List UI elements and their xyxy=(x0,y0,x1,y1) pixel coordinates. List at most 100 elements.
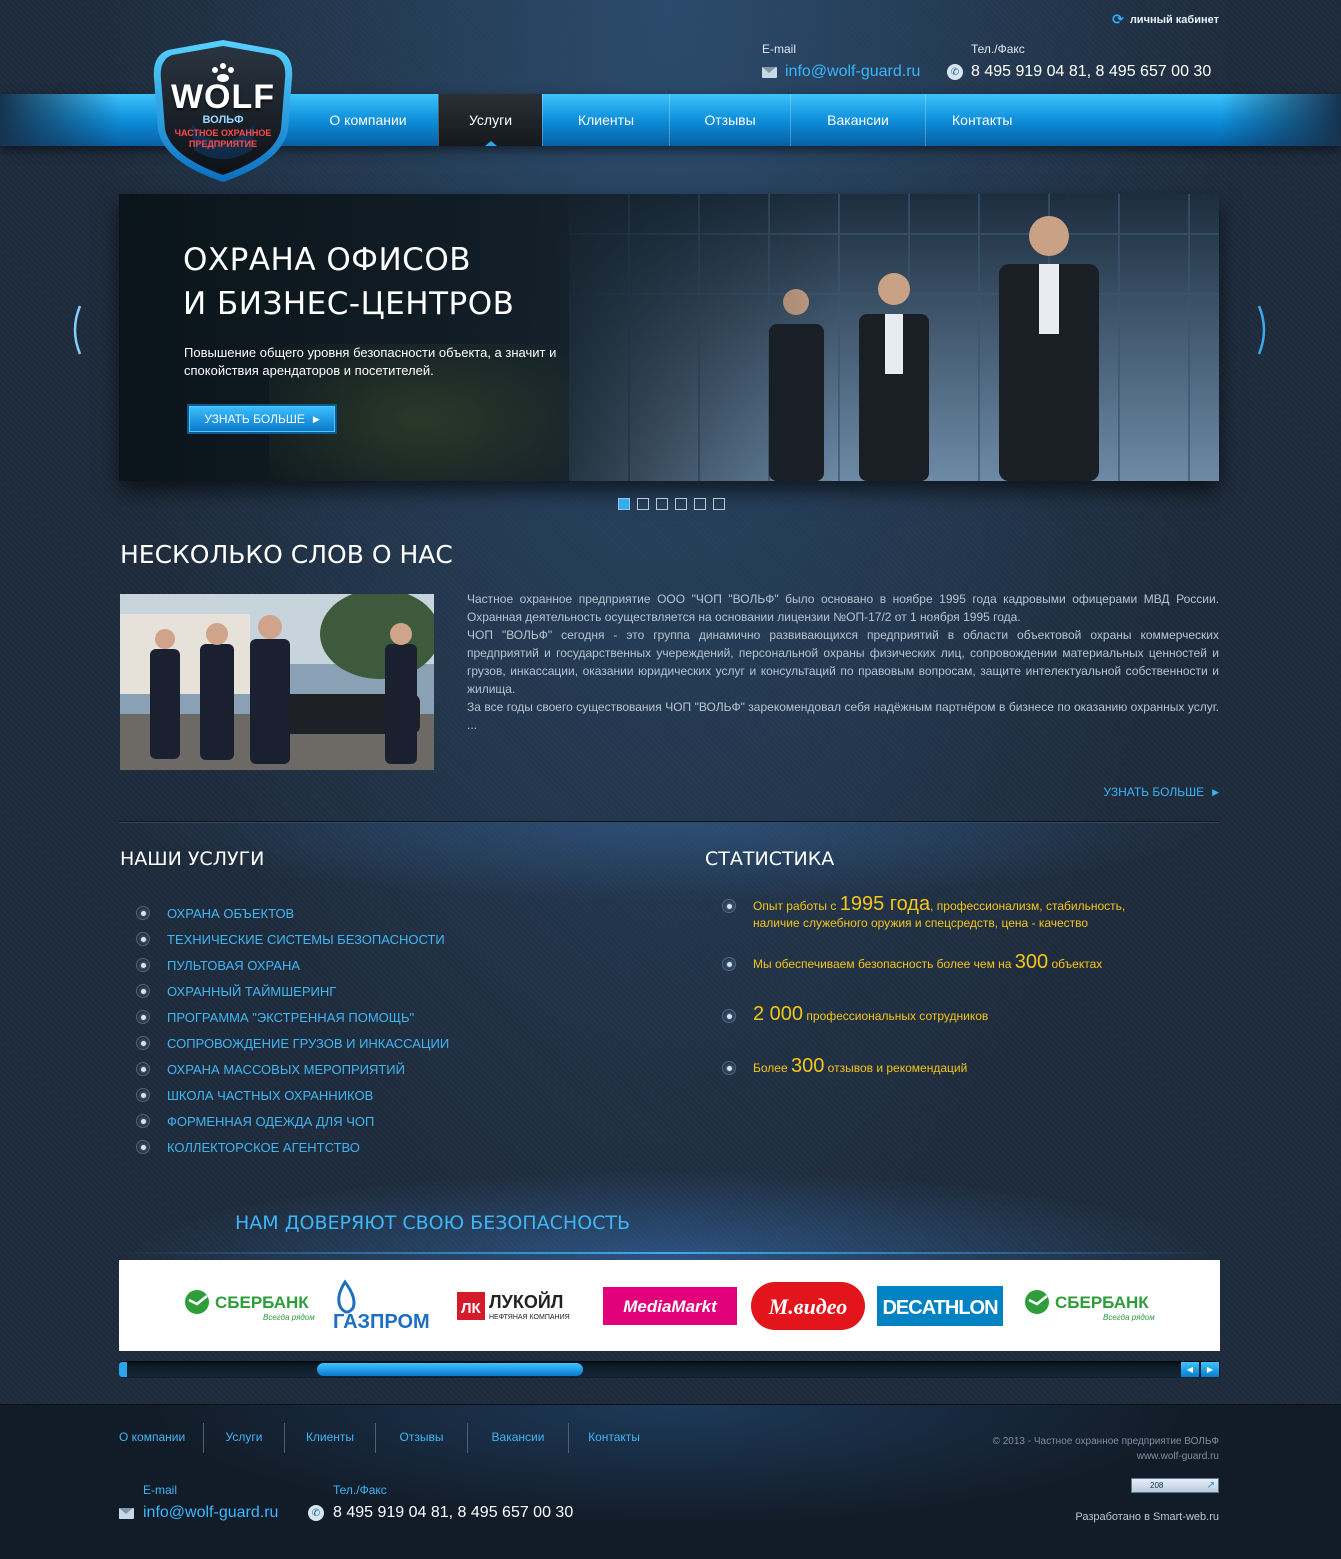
nav-item-clients[interactable]: Клиенты xyxy=(542,94,669,146)
footer-nav-label: Клиенты xyxy=(305,1430,355,1444)
logo[interactable]: WOLF ВОЛЬФ ЧАСТНОЕ ОХРАННОЕ ПРЕДПРИЯТИЕ xyxy=(152,38,294,184)
stat-text: Мы обеспечиваем безопасность более чем н… xyxy=(753,952,1102,973)
scroll-left-button[interactable]: ◀ xyxy=(1181,1362,1199,1377)
nav-item-reviews[interactable]: Отзывы xyxy=(669,94,790,146)
partners-line xyxy=(119,1252,1219,1254)
service-item[interactable]: ОХРАНА МАССОВЫХ МЕРОПРИЯТИЙ xyxy=(136,1056,449,1082)
nav-item-label: Услуги xyxy=(468,112,513,128)
partner-name: DECATHLON xyxy=(882,1297,998,1319)
header-email-label: E-mail xyxy=(762,42,797,56)
stat-text-part: наличие служебного оружия и спецсредств,… xyxy=(753,916,1089,930)
partner-logo-mvideo[interactable]: М.видео xyxy=(751,1260,865,1351)
partner-logo-gazprom[interactable]: ГАЗПРОМ xyxy=(331,1260,435,1351)
slider-dot[interactable] xyxy=(637,498,649,510)
service-item[interactable]: СОПРОВОЖДЕНИЕ ГРУЗОВ И ИНКАССАЦИИ xyxy=(136,1030,449,1056)
service-item[interactable]: ПУЛЬТОВАЯ ОХРАНА xyxy=(136,952,449,978)
footer-nav-label: О компании xyxy=(119,1430,186,1444)
about-more-label: УЗНАТЬ БОЛЬШЕ xyxy=(1103,785,1205,799)
chevron-left-icon xyxy=(73,305,82,355)
personal-cabinet-link[interactable]: ⟳ личный кабинет xyxy=(1112,11,1219,28)
scroll-right-button[interactable]: ▶ xyxy=(1201,1362,1219,1377)
play-arrow-icon: ▶ xyxy=(1212,786,1219,797)
slider-dot[interactable] xyxy=(656,498,668,510)
footer-nav-item[interactable]: Контакты xyxy=(569,1423,659,1453)
partner-logo-lukoil[interactable]: ЛК ЛУКОЙЛ НЕФТЯНАЯ КОМПАНИЯ xyxy=(455,1260,579,1351)
footer-nav-item[interactable]: Вакансии xyxy=(468,1423,569,1453)
slider-prev-arrow[interactable] xyxy=(68,304,82,356)
service-label: ТЕХНИЧЕСКИЕ СИСТЕМЫ БЕЗОПАСНОСТИ xyxy=(167,931,445,947)
footer-nav-item[interactable]: Отзывы xyxy=(376,1423,468,1453)
about-title: НЕСКОЛЬКО СЛОВ О НАС xyxy=(120,540,453,569)
footer-nav-item[interactable]: Клиенты xyxy=(285,1423,376,1453)
partner-logo-sberbank[interactable]: СБЕРБАНК Всегда рядом xyxy=(183,1260,317,1351)
bullet-icon xyxy=(722,899,736,913)
developer-credit[interactable]: Разработано в Smart-web.ru xyxy=(1075,1511,1219,1523)
bullet-icon xyxy=(136,1062,150,1076)
nav-item-contacts[interactable]: Контакты xyxy=(925,94,1219,146)
about-more-link[interactable]: УЗНАТЬ БОЛЬШЕ ▶ xyxy=(1104,785,1220,799)
slider-next-arrow[interactable] xyxy=(1257,304,1271,356)
partner-name: М.видео xyxy=(768,1294,848,1319)
nav-item-vacancies[interactable]: Вакансии xyxy=(790,94,925,146)
bullet-icon xyxy=(136,1088,150,1102)
stat-highlight: 1995 года xyxy=(839,893,931,915)
nav-item-label: Отзывы xyxy=(704,112,756,128)
service-label: ОХРАННЫЙ ТАЙМШЕРИНГ xyxy=(167,983,337,999)
partner-logo-sberbank[interactable]: СБЕРБАНК Всегда рядом xyxy=(1023,1260,1157,1351)
service-item[interactable]: ТЕХНИЧЕСКИЕ СИСТЕМЫ БЕЗОПАСНОСТИ xyxy=(136,926,449,952)
copyright: © 2013 - Частное охранное предприятие ВО… xyxy=(993,1434,1219,1464)
footer-email-link[interactable]: info@wolf-guard.ru xyxy=(143,1504,278,1522)
sberbank-logo: СБЕРБАНК Всегда рядом xyxy=(1025,1289,1155,1322)
bullet-icon xyxy=(722,1061,736,1075)
service-label: ФОРМЕННАЯ ОДЕЖДА ДЛЯ ЧОП xyxy=(167,1113,375,1129)
footer-nav-item[interactable]: О компании xyxy=(119,1423,204,1453)
header-phone-label: Тел./Факс xyxy=(971,42,1025,56)
partner-name: ЛУКОЙЛ xyxy=(489,1291,563,1312)
header-email-link[interactable]: info@wolf-guard.ru xyxy=(785,63,920,81)
partners-scrollbar[interactable]: ◀ ▶ xyxy=(119,1361,1220,1378)
about-paragraph: Частное охранное предприятие ООО "ЧОП "В… xyxy=(467,592,1219,624)
services-list: ОХРАНА ОБЪЕКТОВ ТЕХНИЧЕСКИЕ СИСТЕМЫ БЕЗО… xyxy=(136,900,449,1160)
partners-title: НАМ ДОВЕРЯЮТ СВОЮ БЕЗОПАСНОСТЬ xyxy=(235,1212,631,1234)
copyright-text: © 2013 - Частное охранное предприятие ВО… xyxy=(992,1436,1219,1447)
slider-dot[interactable] xyxy=(713,498,725,510)
service-item[interactable]: ПРОГРАММА "ЭКСТРЕННАЯ ПОМОЩЬ" xyxy=(136,1004,449,1030)
slider-dot[interactable] xyxy=(618,498,630,510)
slider-dot[interactable] xyxy=(694,498,706,510)
bullet-icon xyxy=(136,932,150,946)
slider-pagination xyxy=(618,498,725,510)
about-photo xyxy=(120,594,434,770)
slide-more-button[interactable]: УЗНАТЬ БОЛЬШЕ ▶ xyxy=(187,404,337,434)
footer-nav-label: Контакты xyxy=(588,1430,640,1444)
nav-item-services[interactable]: Услуги xyxy=(438,94,542,146)
stat-item: 2 000 профессиональных сотрудников xyxy=(722,1004,988,1025)
service-item[interactable]: ОХРАННЫЙ ТАЙМШЕРИНГ xyxy=(136,978,449,1004)
visit-counter-value: 208 xyxy=(1150,1481,1164,1490)
service-item[interactable]: ОХРАНА ОБЪЕКТОВ xyxy=(136,900,449,926)
partner-logo-mediamarkt[interactable]: MediaMarkt xyxy=(603,1260,737,1351)
section-glow xyxy=(120,822,1220,902)
service-item[interactable]: ФОРМЕННАЯ ОДЕЖДА ДЛЯ ЧОП xyxy=(136,1108,449,1134)
gazprom-logo: ГАЗПРОМ xyxy=(333,1278,430,1333)
service-label: ОХРАНА ОБЪЕКТОВ xyxy=(167,905,295,921)
scrollbar-thumb[interactable] xyxy=(317,1363,583,1376)
service-item[interactable]: ШКОЛА ЧАСТНЫХ ОХРАННИКОВ xyxy=(136,1082,449,1108)
team-photo xyxy=(120,594,434,770)
main-nav-items: О компании Услуги Клиенты Отзывы Ваканси… xyxy=(298,94,1219,146)
triangle-right-icon: ▶ xyxy=(1206,1365,1214,1374)
slider-dot[interactable] xyxy=(675,498,687,510)
partner-logo-decathlon[interactable]: DECATHLON xyxy=(877,1260,1003,1351)
hero-slider: ОХРАНА ОФИСОВ И БИЗНЕС-ЦЕНТРОВ Повышение… xyxy=(119,194,1219,481)
stat-text-part: Мы обеспечиваем безопасность более чем н… xyxy=(753,957,1015,971)
visit-counter[interactable]: 208 ↗ xyxy=(1131,1478,1219,1493)
logo-brand: WOLF xyxy=(170,78,276,116)
footer-nav-item[interactable]: Услуги xyxy=(204,1423,285,1453)
partner-name: ГАЗПРОМ xyxy=(333,1311,430,1333)
service-label: КОЛЛЕКТОРСКОЕ АГЕНТСТВО xyxy=(167,1139,360,1155)
service-item[interactable]: КОЛЛЕКТОРСКОЕ АГЕНТСТВО xyxy=(136,1134,449,1160)
envelope-icon xyxy=(119,1507,134,1519)
nav-item-about[interactable]: О компании xyxy=(298,94,438,146)
stat-item: Мы обеспечиваем безопасность более чем н… xyxy=(722,952,1102,973)
sberbank-logo: СБЕРБАНК Всегда рядом xyxy=(185,1289,315,1322)
partner-name: СБЕРБАНК xyxy=(1055,1293,1149,1312)
